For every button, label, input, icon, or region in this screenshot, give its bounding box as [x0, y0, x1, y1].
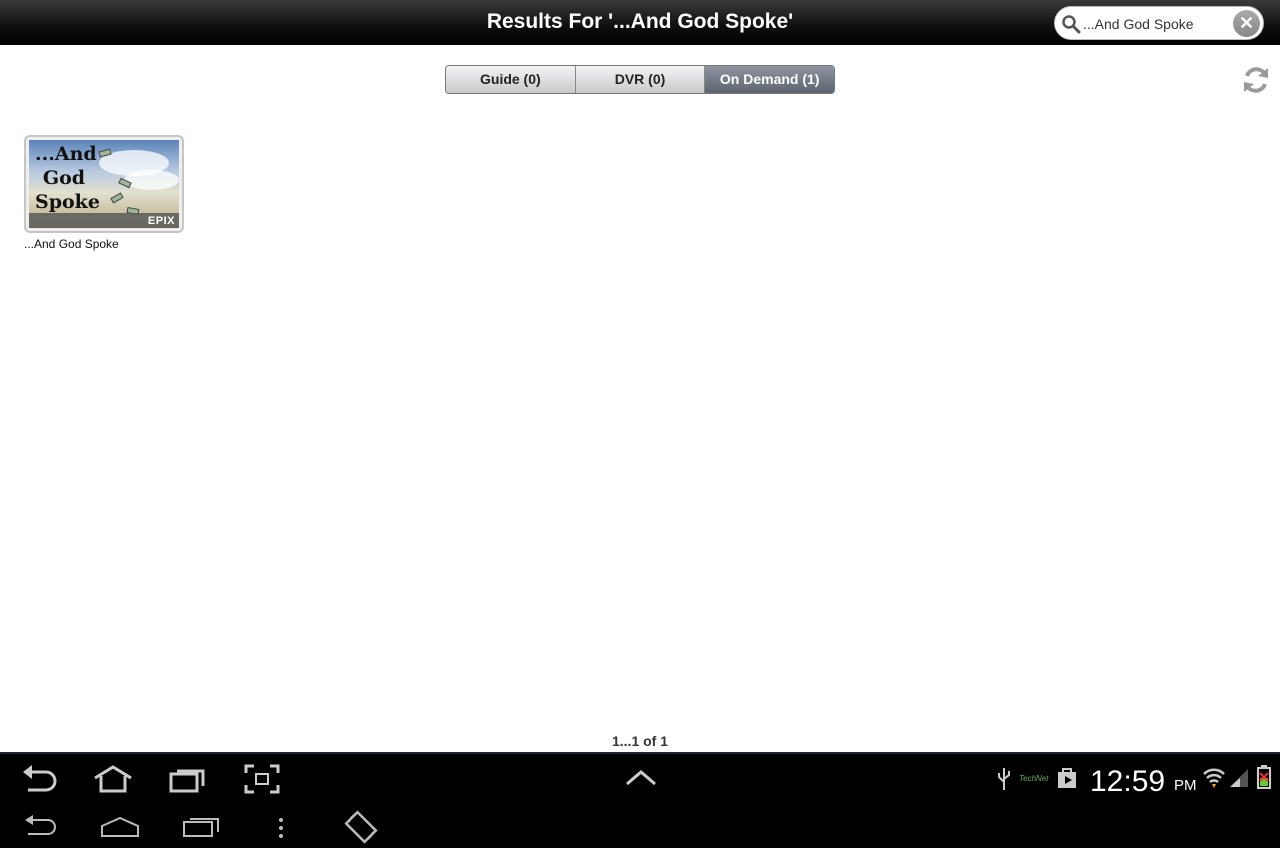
pagination-text: 1...1 of 1	[611, 733, 669, 749]
title-bar: Results For '...And God Spoke' ✕	[0, 0, 1280, 45]
tab-dvr[interactable]: DVR (0)	[575, 66, 706, 93]
search-input[interactable]	[1083, 14, 1233, 34]
search-icon	[1062, 15, 1081, 34]
network-label: EPIX	[147, 215, 175, 227]
play-store-icon	[1058, 768, 1076, 788]
tab-guide[interactable]: Guide (0)	[446, 66, 576, 93]
battery-icon	[1257, 765, 1271, 789]
rotate-screen-icon[interactable]	[344, 810, 378, 844]
movie-thumbnail: ...And God Spoke EPIX	[29, 140, 179, 228]
cloud-shape	[124, 170, 179, 190]
status-app-logo: TechNet	[1019, 774, 1049, 783]
screenshot-icon[interactable]	[244, 764, 280, 794]
wifi-icon	[1203, 768, 1225, 788]
clear-search-button[interactable]: ✕	[1233, 10, 1260, 37]
system-bar: TechNet 12:59 PM	[0, 752, 1280, 848]
thumbnail-title: ...And God Spoke	[35, 143, 100, 213]
usb-icon	[998, 768, 1010, 790]
results-tabs: Guide (0) DVR (0) On Demand (1)	[445, 65, 835, 94]
bill-shape	[110, 192, 124, 204]
search-box[interactable]: ✕	[1054, 6, 1264, 40]
back-icon[interactable]	[20, 764, 58, 794]
home-icon-secondary[interactable]	[100, 814, 140, 840]
refresh-icon[interactable]	[1241, 64, 1271, 96]
signal-icon	[1230, 769, 1248, 787]
result-title[interactable]: ...And God Spoke	[24, 237, 119, 251]
recent-apps-icon[interactable]	[168, 764, 208, 794]
home-icon[interactable]	[92, 764, 134, 794]
menu-icon[interactable]	[276, 816, 286, 840]
chevron-up-icon[interactable]	[624, 768, 658, 788]
result-tile[interactable]: ...And God Spoke EPIX	[24, 135, 184, 233]
clock: 12:59	[1090, 765, 1166, 798]
recent-apps-icon-secondary[interactable]	[182, 814, 220, 840]
clock-ampm: PM	[1174, 777, 1197, 794]
close-icon: ✕	[1238, 13, 1255, 33]
tab-on-demand[interactable]: On Demand (1)	[705, 66, 834, 93]
back-icon-secondary[interactable]	[22, 814, 60, 840]
